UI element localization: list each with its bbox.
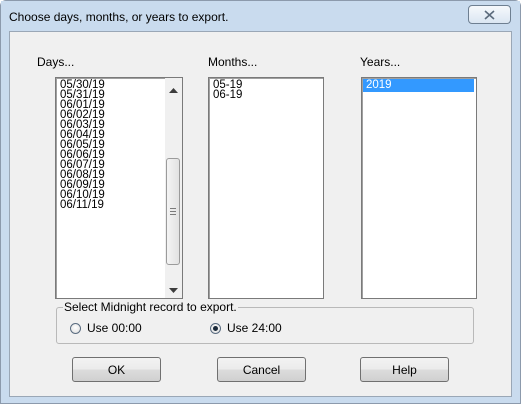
months-list: 05-19 06-19: [210, 79, 242, 101]
dialog-title: Choose days, months, or years to export.: [9, 10, 229, 24]
scroll-down-arrow-icon[interactable]: [169, 288, 178, 294]
grip-line: [170, 208, 176, 209]
years-list: 2019: [363, 79, 474, 92]
scroll-up-arrow-icon[interactable]: [169, 87, 178, 93]
ok-button[interactable]: OK: [72, 357, 161, 382]
months-label: Months...: [208, 55, 258, 69]
radio-use-2400[interactable]: Use 24:00: [210, 321, 282, 335]
list-item[interactable]: 06/11/19: [57, 199, 105, 211]
export-dialog: Choose days, months, or years to export.…: [0, 0, 521, 404]
days-listbox[interactable]: 05/30/19 05/31/19 06/01/19 06/02/19 06/0…: [55, 77, 183, 299]
dialog-body: Days... 05/30/19 05/31/19 06/01/19 06/02…: [9, 31, 512, 397]
radio-use-0000[interactable]: Use 00:00: [70, 321, 142, 335]
grip-line: [170, 214, 176, 215]
radio-label-2400: Use 24:00: [227, 321, 282, 335]
close-button[interactable]: [468, 5, 511, 24]
midnight-groupbox: Select Midnight record to export. Use 00…: [56, 300, 474, 344]
radio-label-0000: Use 00:00: [87, 321, 142, 335]
days-label: Days...: [37, 55, 75, 69]
title-bar[interactable]: Choose days, months, or years to export.: [1, 1, 520, 31]
close-icon: [484, 10, 495, 20]
days-scrollbar[interactable]: [165, 78, 182, 298]
days-list: 05/30/19 05/31/19 06/01/19 06/02/19 06/0…: [57, 79, 105, 211]
years-listbox[interactable]: 2019: [361, 77, 477, 299]
grip-line: [170, 211, 176, 212]
radio-unchecked-icon[interactable]: [70, 322, 81, 334]
list-item[interactable]: 06-19: [210, 89, 242, 101]
radio-checked-icon[interactable]: [210, 322, 221, 334]
help-button[interactable]: Help: [360, 357, 449, 382]
cancel-button[interactable]: Cancel: [217, 357, 306, 382]
scrollbar-thumb[interactable]: [166, 158, 180, 265]
midnight-group-legend: Select Midnight record to export.: [63, 300, 238, 314]
list-item-selected[interactable]: 2019: [363, 79, 474, 92]
years-label: Years...: [360, 55, 401, 69]
months-listbox[interactable]: 05-19 06-19: [208, 77, 324, 299]
